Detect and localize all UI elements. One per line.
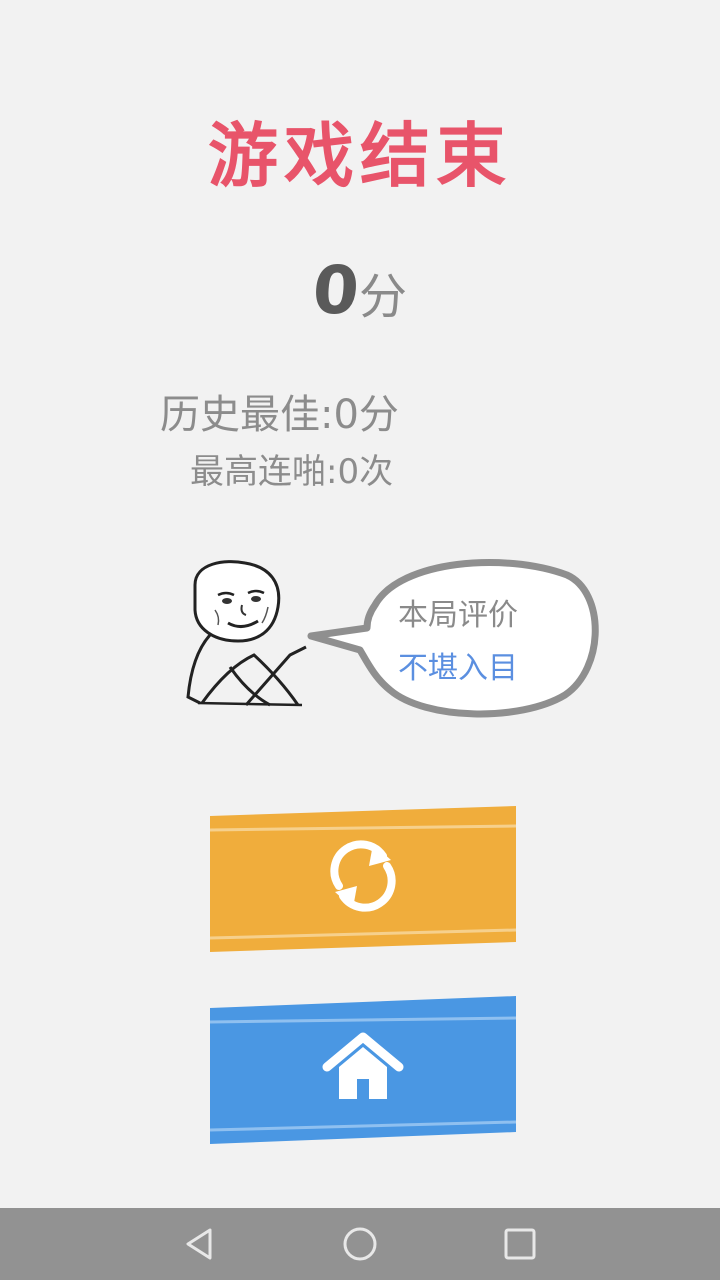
score-unit: 分 xyxy=(358,269,407,325)
score-display: 0分 xyxy=(0,252,720,329)
evaluation-value: 不堪入目 xyxy=(398,651,518,686)
home-button[interactable] xyxy=(210,996,516,1144)
recents-icon[interactable] xyxy=(502,1226,538,1262)
home-circle-icon[interactable] xyxy=(342,1226,378,1262)
speech-bubble xyxy=(307,559,599,718)
score-value: 0 xyxy=(310,252,362,329)
refresh-icon xyxy=(330,840,396,912)
game-over-title: 游戏结束 xyxy=(208,115,512,197)
navigation-bar xyxy=(0,1208,720,1280)
home-icon xyxy=(322,1032,404,1099)
meme-character-icon xyxy=(186,560,307,707)
best-combo-text: 最高连啪:0次 xyxy=(190,452,394,492)
restart-button[interactable] xyxy=(210,806,516,952)
best-score-text: 历史最佳:0分 xyxy=(160,392,399,438)
back-icon[interactable] xyxy=(182,1226,218,1262)
evaluation-label: 本局评价 xyxy=(398,598,518,633)
